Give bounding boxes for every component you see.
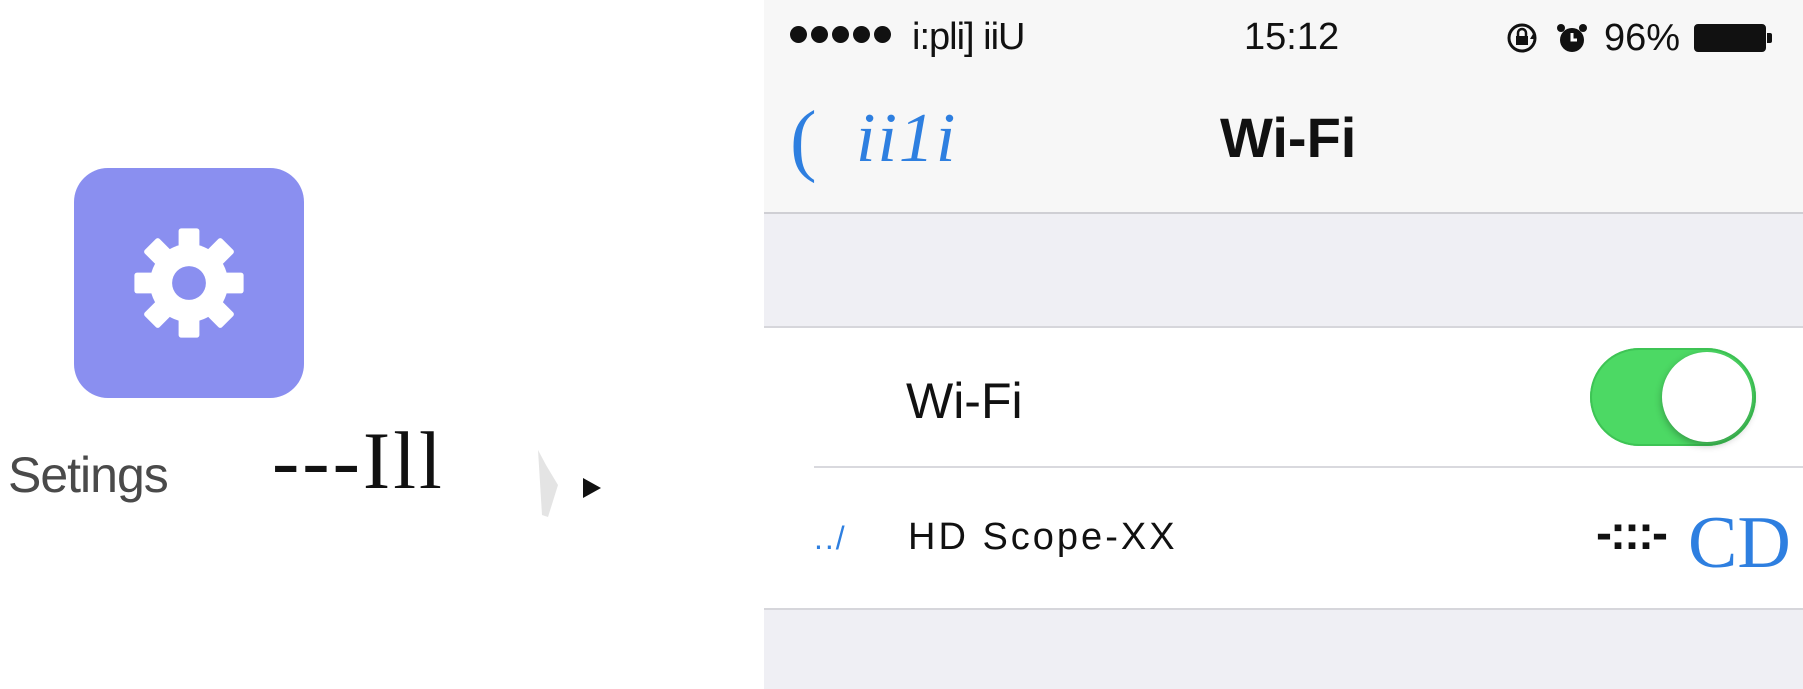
gear-icon (134, 228, 244, 338)
toggle-knob (1662, 352, 1752, 442)
battery-percent: 96% (1604, 16, 1681, 59)
navigation-bar: ( ii1i Wi-Fi (764, 80, 1803, 214)
wifi-toggle-switch[interactable] (1590, 348, 1756, 446)
rotation-lock-icon (1507, 23, 1537, 53)
lock-wifi-icon: -:::- (1596, 507, 1668, 560)
status-right-group: 96% (1504, 16, 1773, 60)
status-bar: i:pli] iiU 15:12 96% (764, 0, 1803, 80)
battery-icon (1694, 24, 1773, 52)
arrow-ghost-icon (538, 450, 558, 517)
signal-strength-icon (790, 26, 891, 43)
carrier-name: i:pli] iiU (912, 16, 1025, 58)
arrow-head-icon (583, 478, 601, 498)
section-spacer (764, 610, 1803, 689)
checkmark-icon: ../ (814, 520, 847, 556)
wifi-label: Wi-Fi (906, 373, 1023, 429)
wifi-toggle-row: Wi-Fi (764, 326, 1803, 470)
app-label: Setings (8, 447, 169, 503)
network-name: HD Scope-XX (908, 516, 1178, 558)
settings-app-icon[interactable] (74, 168, 304, 398)
arrow-text: ---Ill (272, 415, 445, 506)
info-icon[interactable]: CD (1688, 506, 1791, 580)
page-title: Wi-Fi (1220, 106, 1357, 169)
alarm-icon (1557, 24, 1587, 52)
phone-screen: i:pli] iiU 15:12 96% ( ii1i Wi-Fi Wi-Fi (764, 0, 1803, 689)
status-time: 15:12 (1244, 16, 1340, 58)
section-spacer (764, 214, 1803, 326)
back-chevron-icon[interactable]: ( (790, 100, 817, 180)
back-button[interactable]: ii1i (856, 104, 957, 174)
network-row[interactable]: ../ HD Scope-XX -:::- CD (764, 468, 1803, 608)
